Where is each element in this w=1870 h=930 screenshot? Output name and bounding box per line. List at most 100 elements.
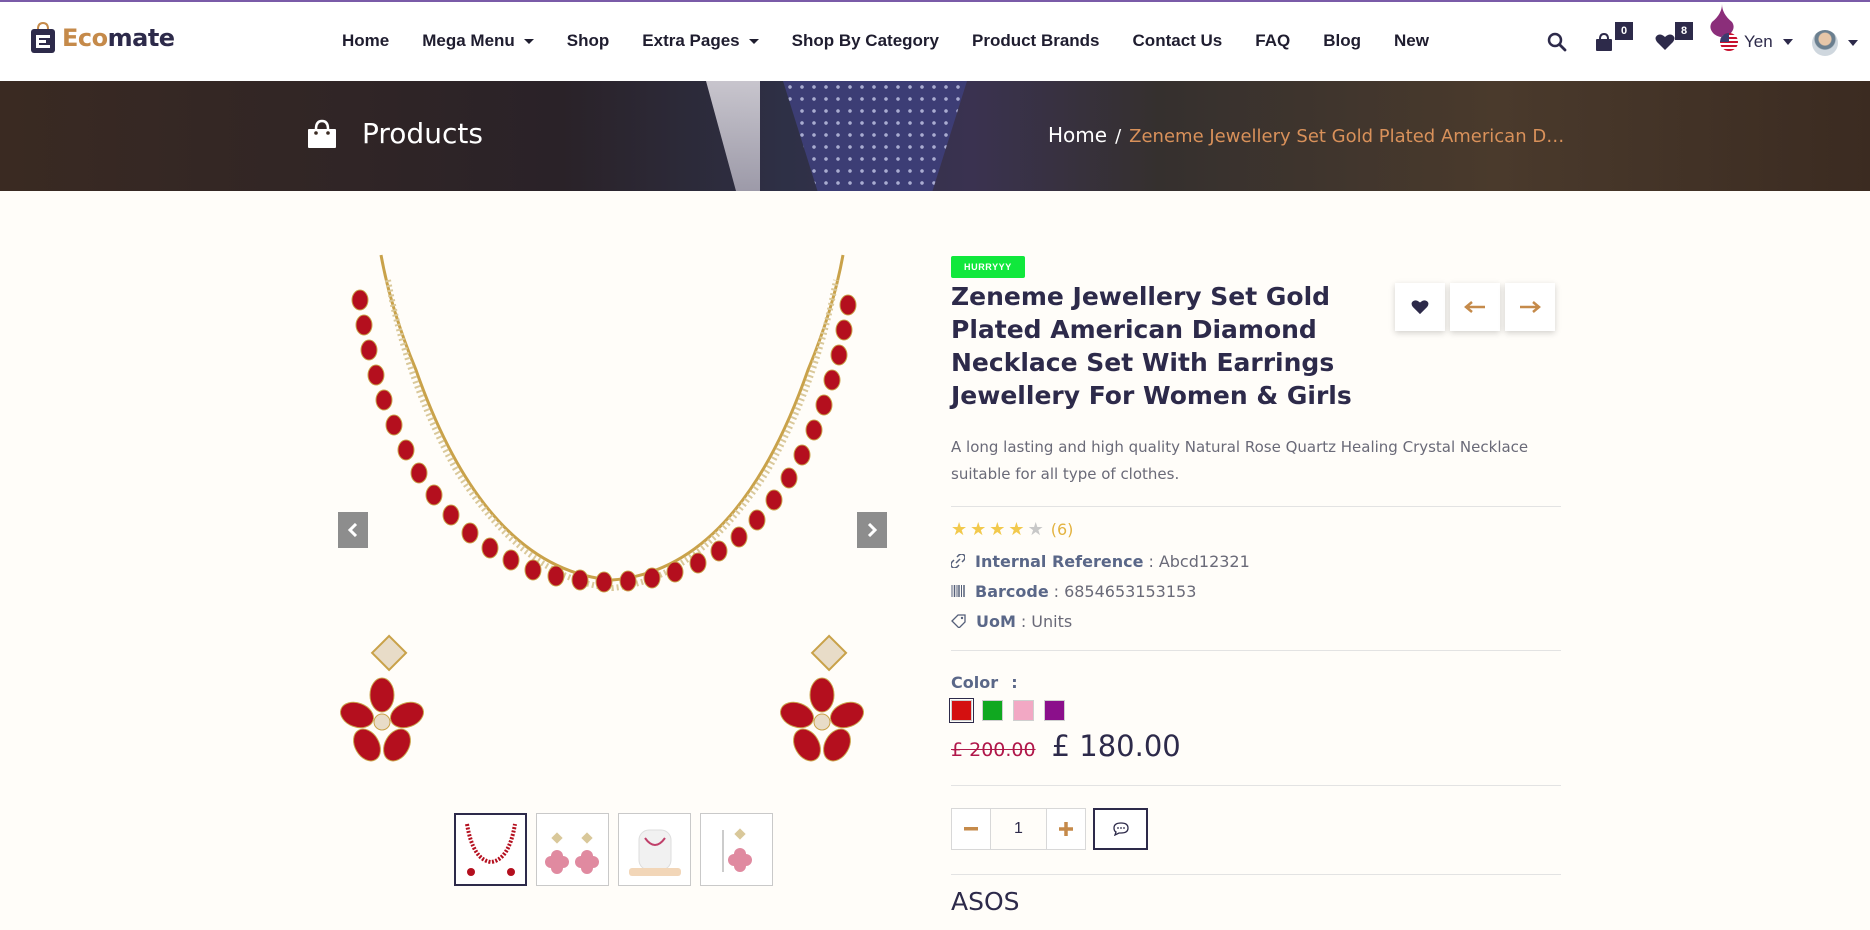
caret-down-icon <box>748 38 759 44</box>
necklace-thumbnail-image <box>464 823 517 876</box>
site-header: Ecomate Home Mega Menu Shop Extra Pages … <box>0 2 1870 81</box>
thumbnail-4[interactable] <box>700 813 773 886</box>
chat-button[interactable] <box>1093 808 1148 850</box>
caret-down-icon <box>1782 39 1793 45</box>
breadcrumb-home[interactable]: Home <box>1048 123 1107 147</box>
product-gallery <box>336 250 888 800</box>
rating[interactable]: ★ ★ ★ ★ ★ (6) <box>951 519 1561 540</box>
review-count[interactable]: (6) <box>1051 520 1074 539</box>
current-price: £ 180.00 <box>1051 729 1181 763</box>
thumbnail-1[interactable] <box>454 813 527 886</box>
product-actions <box>1395 283 1555 331</box>
minus-icon <box>964 827 978 831</box>
heart-icon[interactable] <box>1655 33 1675 51</box>
add-to-wishlist-button[interactable] <box>1395 283 1445 331</box>
nav-contact-us[interactable]: Contact Us <box>1133 31 1223 51</box>
nav-blog[interactable]: Blog <box>1323 31 1361 51</box>
product-main-image[interactable] <box>336 250 888 800</box>
tag-icon <box>951 614 966 628</box>
product-description: A long lasting and high quality Natural … <box>951 438 1529 483</box>
page-banner: Products Home / Zeneme Jewellery Set Gol… <box>0 81 1870 191</box>
nav-shop[interactable]: Shop <box>567 31 610 51</box>
earrings-thumbnail-image <box>544 831 599 874</box>
thumbnail-strip <box>454 813 773 886</box>
gallery-prev-button[interactable] <box>338 512 368 548</box>
internal-reference-value: Abcd12321 <box>1158 551 1250 571</box>
shopping-bag-logo-icon <box>31 22 55 53</box>
search-icon[interactable] <box>1547 32 1567 52</box>
nav-extra-pages[interactable]: Extra Pages <box>642 31 759 51</box>
logo-text: Ecomate <box>62 24 175 52</box>
previous-product-button[interactable] <box>1450 283 1500 331</box>
currency-label: Yen <box>1744 32 1773 51</box>
gallery-next-button[interactable] <box>857 512 887 548</box>
chevron-right-icon <box>867 523 878 537</box>
caret-down-icon[interactable] <box>1848 40 1858 46</box>
display-bust-thumbnail-image <box>628 829 681 876</box>
uom-value: Units <box>1031 611 1073 631</box>
chevron-left-icon <box>347 523 358 537</box>
thumbnail-2[interactable] <box>536 813 609 886</box>
barcode-value: 6854653153153 <box>1064 581 1197 601</box>
nav-faq[interactable]: FAQ <box>1255 31 1290 51</box>
divider <box>951 874 1561 875</box>
price-block: £ 200.00 £ 180.00 <box>951 729 1561 763</box>
product-details: HURRYYY Zeneme Jewellery Set Gold Plated… <box>949 255 1561 916</box>
thumbnail-3[interactable] <box>618 813 691 886</box>
color-swatches <box>949 698 1561 723</box>
star-icon: ★ <box>1008 519 1025 540</box>
page-title: Products <box>362 117 483 150</box>
color-swatch-pink[interactable] <box>1013 700 1034 721</box>
divider <box>951 785 1561 786</box>
cart-count-badge: 0 <box>1615 22 1633 40</box>
barcode-icon <box>951 585 965 597</box>
chat-bubble-icon <box>1112 822 1129 836</box>
currency-selector[interactable]: Yen <box>1720 32 1793 52</box>
uom-row: UoM : Units <box>951 606 1561 636</box>
nav-product-brands[interactable]: Product Brands <box>972 31 1100 51</box>
shopping-bag-icon <box>308 119 336 148</box>
caret-down-icon <box>523 38 534 44</box>
next-product-button[interactable] <box>1505 283 1555 331</box>
plus-icon <box>1059 822 1073 836</box>
banner-title: Products <box>306 117 483 150</box>
internal-reference-row: Internal Reference : Abcd12321 <box>951 546 1561 576</box>
main-nav: Home Mega Menu Shop Extra Pages Shop By … <box>342 31 1462 51</box>
old-price: £ 200.00 <box>951 739 1036 761</box>
star-icon: ★ <box>970 519 987 540</box>
decrease-quantity-button[interactable] <box>951 808 991 850</box>
shopping-bag-icon[interactable] <box>1594 32 1614 52</box>
star-empty-icon: ★ <box>1027 519 1044 540</box>
product-brand[interactable]: ASOS <box>951 887 1561 916</box>
star-icon: ★ <box>951 519 968 540</box>
quantity-stepper: 1 <box>951 808 1561 850</box>
heart-icon <box>1411 300 1429 315</box>
user-avatar[interactable] <box>1812 30 1838 56</box>
breadcrumb-separator: / <box>1115 126 1122 147</box>
quantity-input[interactable]: 1 <box>991 808 1046 850</box>
earring-size-thumbnail-image <box>722 827 752 872</box>
us-flag-icon <box>1720 33 1738 51</box>
nav-home[interactable]: Home <box>342 31 389 51</box>
nav-mega-menu[interactable]: Mega Menu <box>422 31 534 51</box>
arrow-right-icon <box>1520 301 1541 313</box>
logo[interactable]: Ecomate <box>30 22 175 54</box>
barcode-row: Barcode : 6854653153153 <box>951 576 1561 606</box>
nav-new[interactable]: New <box>1394 31 1429 51</box>
link-icon <box>951 554 965 568</box>
color-swatch-red[interactable] <box>949 698 974 723</box>
nav-shop-by-category[interactable]: Shop By Category <box>792 31 939 51</box>
color-swatch-purple[interactable] <box>1044 700 1065 721</box>
star-icon: ★ <box>989 519 1006 540</box>
divider <box>951 650 1561 651</box>
wishlist-count-badge: 8 <box>1675 22 1693 40</box>
breadcrumb: Home / Zeneme Jewellery Set Gold Plated … <box>1048 123 1569 147</box>
breadcrumb-current: Zeneme Jewellery Set Gold Plated America… <box>1129 126 1569 147</box>
product-title: Zeneme Jewellery Set Gold Plated America… <box>951 282 1352 410</box>
increase-quantity-button[interactable] <box>1046 808 1086 850</box>
color-label: Color <box>951 673 999 692</box>
hurry-ribbon: HURRYYY <box>951 256 1025 278</box>
divider <box>951 506 1561 507</box>
color-swatch-green[interactable] <box>982 700 1003 721</box>
arrow-left-icon <box>1464 301 1485 313</box>
